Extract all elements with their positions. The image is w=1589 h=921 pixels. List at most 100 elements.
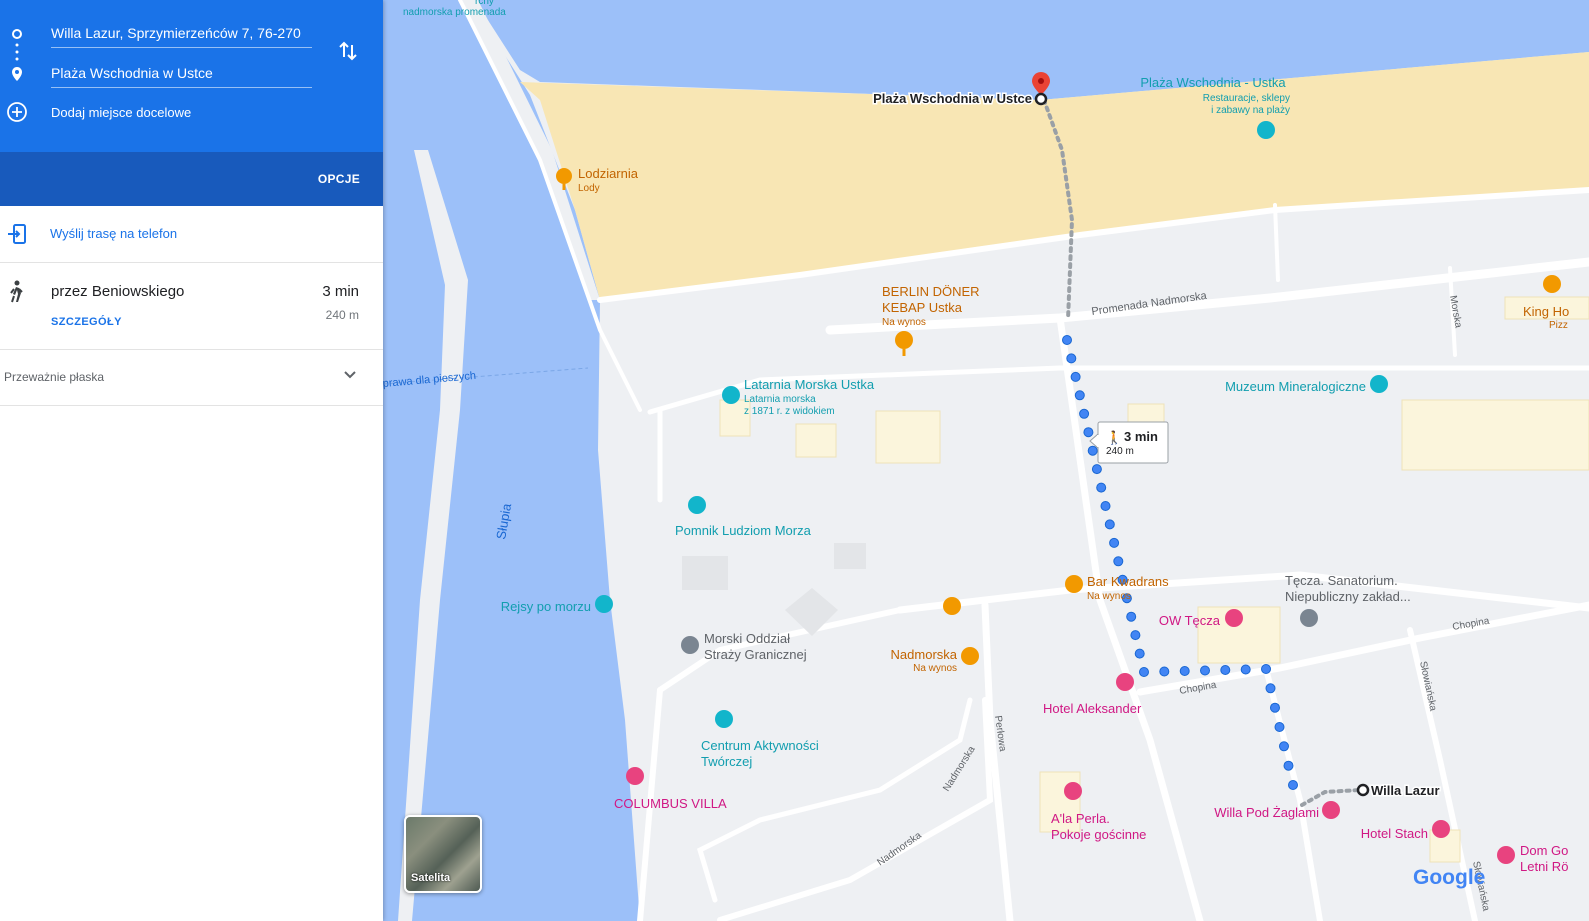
gov-icon-morski (681, 636, 699, 654)
route-dot (1130, 630, 1141, 641)
route-dot (1109, 537, 1120, 548)
label-tecza-1: Tęcza. Sanatorium. (1285, 573, 1398, 588)
food-icon-king (1543, 275, 1561, 293)
options-button[interactable]: OPCJE (318, 172, 360, 186)
label-lodziarnia-sub: Lody (578, 183, 600, 194)
label-bar-kwadrans: Bar Kwadrans (1087, 574, 1169, 589)
send-to-phone-label: Wyślij trasę na telefon (50, 226, 178, 241)
label-centrum-1: Centrum Aktywności (701, 738, 819, 753)
route-dot (1104, 519, 1115, 530)
add-destination-button[interactable]: Dodaj miejsce docelowe (51, 105, 311, 120)
label-willa-lazur: Willa Lazur (1371, 783, 1440, 798)
label-tecza-2: Niepubliczny zakład... (1285, 589, 1411, 604)
route-dot (1274, 722, 1285, 732)
label-dom-2: Letni Rö (1520, 859, 1568, 874)
route-dot (1062, 335, 1072, 345)
route-dot (1126, 611, 1137, 622)
label-columbus: COLUMBUS VILLA (614, 796, 727, 811)
hotel-icon-dom (1497, 846, 1515, 864)
route-callout[interactable]: 🚶 3 min 240 m (1089, 421, 1169, 464)
terrain-label: Przeważnie płaska (4, 370, 105, 384)
route-dot (1113, 556, 1124, 567)
label-latarnia-sub1: Latarnia morska (744, 394, 816, 405)
route-dot (1087, 445, 1098, 456)
walk-icon: 🚶 (1106, 430, 1122, 445)
google-logo: Google (1413, 866, 1485, 890)
callout-distance: 240 m (1106, 446, 1134, 457)
food-icon-nadmorska (943, 597, 961, 615)
origin-input[interactable]: Willa Lazur, Sprzymierzeńców 7, 76-270 (51, 25, 311, 41)
hotel-icon-aleksander (1116, 673, 1134, 691)
destination-input[interactable]: Plaża Wschodnia w Ustce (51, 65, 311, 81)
destination-underline (51, 87, 312, 88)
label-berlin-sub: Na wynos (882, 317, 926, 328)
label-berlin-2: KEBAP Ustka (882, 300, 963, 315)
origin-marker[interactable] (1356, 783, 1370, 797)
label-latarnia: Latarnia Morska Ustka (744, 377, 875, 392)
route-via: przez Beniowskiego (51, 283, 185, 300)
route-dot (1159, 666, 1170, 677)
label-morski-2: Straży Granicznej (704, 647, 807, 662)
route-dot (1265, 683, 1276, 694)
route-dot (1240, 664, 1251, 675)
route-dot (1200, 665, 1210, 676)
add-circle-icon[interactable] (6, 101, 28, 123)
label-promenada-top: nadmorska promenada (403, 7, 506, 18)
hotel-icon-stach (1432, 820, 1450, 838)
food-icon-kwadrans (1065, 575, 1083, 593)
directions-panel: Willa Lazur, Sprzymierzeńców 7, 76-270 P… (0, 0, 383, 921)
route-dot (1139, 667, 1149, 677)
swap-icon[interactable] (337, 40, 359, 62)
chevron-down-icon[interactable] (343, 370, 357, 380)
details-link[interactable]: SZCZEGÓŁY (51, 316, 122, 328)
route-dot (1261, 664, 1271, 674)
label-nadmorska-food: Nadmorska (891, 647, 958, 662)
route-option[interactable]: przez Beniowskiego 3 min 240 m SZCZEGÓŁY (0, 263, 383, 350)
label-king-1: King Ho (1523, 304, 1569, 319)
hotel-icon-ala-perla (1064, 782, 1082, 800)
label-ala-perla-2: Pokoje gościnne (1051, 827, 1146, 842)
hotel-icon-ow-tecza (1225, 609, 1243, 627)
attraction-icon-pomnik (688, 496, 706, 514)
label-destination: Plaża Wschodnia w Ustce (873, 91, 1032, 106)
label-muzeum: Muzeum Mineralogiczne (1225, 379, 1366, 394)
destination-pin-icon (12, 67, 22, 81)
food-icon-nadmorska2 (961, 647, 979, 665)
route-dot (1070, 371, 1081, 382)
label-rejsy: Rejsy po morzu (501, 599, 591, 614)
route-dot (1179, 666, 1190, 676)
terrain-row[interactable]: Przeważnie płaska (0, 350, 383, 406)
origin-underline (51, 47, 312, 48)
route-time: 3 min (322, 283, 359, 300)
label-pomnik: Pomnik Ludziom Morza (675, 523, 812, 538)
label-morski-1: Morski Oddział (704, 631, 790, 646)
route-dot (1091, 464, 1102, 475)
label-dom-1: Dom Go (1520, 843, 1568, 858)
satellite-toggle[interactable]: Satelita (404, 815, 482, 893)
walking-icon (10, 280, 23, 303)
route-dot (1074, 390, 1085, 401)
label-latarnia-sub2: z 1871 r. z widokiem (744, 406, 835, 417)
label-bar-kwadrans-sub: Na wynos (1087, 591, 1131, 602)
route-dot (1079, 408, 1090, 419)
hotel-icon-columbus (626, 767, 644, 785)
label-plaza-sub2: i zabawy na plaży (1211, 105, 1290, 116)
attraction-icon-muzeum (1370, 375, 1388, 393)
label-ow-tecza: OW Tęcza (1159, 613, 1221, 628)
route-dots-icon (15, 43, 19, 61)
route-dot (1096, 482, 1107, 493)
label-plaza-ustka: Plaża Wschodnia - Ustka (1140, 75, 1286, 90)
label-top-frag: rcny (475, 0, 494, 7)
send-to-phone-icon (8, 224, 26, 244)
label-hotel-stach: Hotel Stach (1361, 826, 1428, 841)
label-plaza-sub1: Restauracje, sklepy (1203, 93, 1290, 104)
send-to-phone-row[interactable]: Wyślij trasę na telefon (0, 207, 383, 263)
label-hotel-aleksander: Hotel Aleksander (1043, 701, 1142, 716)
place-icon-tecza (1300, 609, 1318, 627)
route-dot (1270, 702, 1280, 713)
google-logo-text: Google (1413, 866, 1486, 889)
callout-time: 3 min (1124, 429, 1158, 444)
label-nadmorska-food-sub: Na wynos (913, 663, 957, 674)
route-dot (1134, 648, 1145, 659)
route-dot (1283, 760, 1294, 771)
